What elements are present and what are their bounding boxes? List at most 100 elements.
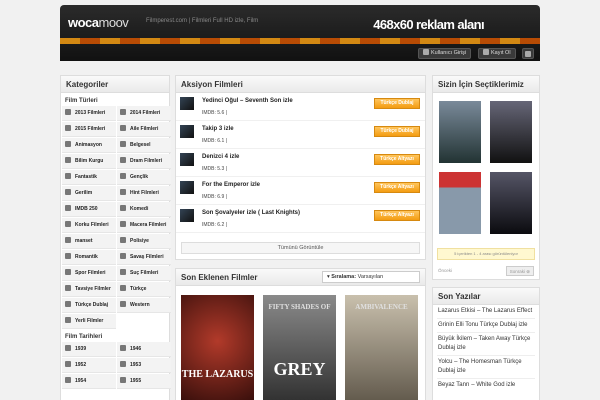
language-badge[interactable]: Türkçe Dublaj xyxy=(374,126,420,137)
category-label: Macera Filmleri xyxy=(130,222,167,228)
action-film-row[interactable]: Takip 3 izle IMDB: 6.1 | Türkçe Dublaj xyxy=(176,121,425,149)
year-item[interactable]: 1953 xyxy=(117,358,171,373)
film-thumbnail[interactable] xyxy=(180,181,194,194)
category-item[interactable]: Komedi xyxy=(117,202,171,217)
sort-dropdown[interactable]: ▾ Sıralama: Varsayılan xyxy=(322,271,420,283)
picks-title: Sizin İçin Seçtiklerimiz xyxy=(433,76,539,93)
language-badge[interactable]: Türkçe Altyazı xyxy=(374,182,420,193)
film-thumbnail[interactable] xyxy=(180,125,194,138)
year-label: 1955 xyxy=(130,378,142,384)
category-item[interactable]: Suç Filmleri xyxy=(117,266,171,281)
language-badge[interactable]: Türkçe Altyazı xyxy=(374,154,420,165)
pick-image-3[interactable] xyxy=(439,172,481,234)
folder-icon xyxy=(65,173,71,179)
category-label: Gerilim xyxy=(75,190,93,196)
prev-button[interactable]: Önceki xyxy=(438,266,452,276)
language-badge[interactable]: Türkçe Dublaj xyxy=(374,98,420,109)
user-icon xyxy=(423,49,429,55)
action-film-row[interactable]: Yedinci Oğul – Seventh Son izle IMDB: 5.6… xyxy=(176,93,425,121)
year-item[interactable]: 1952 xyxy=(62,358,116,373)
action-film-row[interactable]: Son Şovalyeler izle ( Last Knights) IMDB:… xyxy=(176,205,425,233)
category-item[interactable]: Romantik xyxy=(62,250,116,265)
folder-icon xyxy=(65,253,71,259)
category-label: Romantik xyxy=(75,254,98,260)
category-item[interactable]: Gençlik xyxy=(117,170,171,185)
film-thumbnail[interactable] xyxy=(180,209,194,222)
year-item[interactable]: 1939 xyxy=(62,342,116,357)
menu-button[interactable] xyxy=(522,48,534,59)
film-title[interactable]: Son Şovalyeler izle ( Last Knights) xyxy=(202,210,300,216)
poster-grey[interactable]: FIFTY SHADES OF GREY xyxy=(263,295,336,400)
category-item[interactable]: Polisiye xyxy=(117,234,171,249)
category-item[interactable]: IMDB 250 xyxy=(62,202,116,217)
category-item[interactable]: Fantastik xyxy=(62,170,116,185)
category-label: Animasyon xyxy=(75,142,102,148)
category-item[interactable]: Spor Filmleri xyxy=(62,266,116,281)
category-label: Dram Filmleri xyxy=(130,158,162,164)
poster-ambivalence[interactable]: AMBIVALENCE xyxy=(345,295,418,400)
category-item[interactable]: Yerli Filmler xyxy=(62,314,116,329)
category-item[interactable]: manset xyxy=(62,234,116,249)
login-button[interactable]: Kullanıcı Girişi xyxy=(418,48,472,59)
folder-icon xyxy=(65,205,71,211)
post-link[interactable]: Lazarus Etkisi – The Lazarus Effect xyxy=(433,305,539,318)
category-label: Hint Filmleri xyxy=(130,190,159,196)
category-label: Türkçe xyxy=(130,286,147,292)
imdb-rating: IMDB: 6.1 | xyxy=(202,138,227,144)
poster-lazarus[interactable]: THE LAZARUS xyxy=(181,295,254,400)
category-item[interactable]: Bilim Kurgu xyxy=(62,154,116,169)
category-item[interactable]: Macera Filmleri xyxy=(117,218,171,233)
category-item[interactable]: Türkçe Dublaj xyxy=(62,298,116,313)
category-item[interactable]: Aile Filmleri xyxy=(117,122,171,137)
category-grid: 2013 Filmleri 2014 Filmleri 2015 Filmleri A… xyxy=(61,106,171,329)
pick-image-1[interactable] xyxy=(439,101,481,163)
year-label: 1939 xyxy=(75,346,87,352)
post-link[interactable]: Grinin Elli Tonu Türkçe Dublaj izle xyxy=(433,319,539,332)
category-item[interactable]: Belgesel xyxy=(117,138,171,153)
year-item[interactable]: 1946 xyxy=(117,342,171,357)
film-years-title: Film Tarihleri xyxy=(65,334,103,340)
ad-banner[interactable]: 468x60 reklam alanı xyxy=(373,17,484,32)
film-thumbnail[interactable] xyxy=(180,153,194,166)
category-item[interactable]: Hint Filmleri xyxy=(117,186,171,201)
year-label: 1954 xyxy=(75,378,87,384)
category-item[interactable]: Gerilim xyxy=(62,186,116,201)
category-item[interactable]: Western xyxy=(117,298,171,313)
category-item[interactable]: Animasyon xyxy=(62,138,116,153)
film-title[interactable]: For the Emperor izle xyxy=(202,182,260,188)
next-button[interactable]: Sonraki ⊗ xyxy=(505,266,534,276)
category-item[interactable]: Tavsiye Filmler xyxy=(62,282,116,297)
film-title[interactable]: Takip 3 izle xyxy=(202,126,234,132)
action-film-row[interactable]: Denizci 4 izle IMDB: 5.3 | Türkçe Altyazı xyxy=(176,149,425,177)
language-badge[interactable]: Türkçe Altyazı xyxy=(374,210,420,221)
year-item[interactable]: 1955 xyxy=(117,374,171,389)
picks-pagination-note: 5 içerikten 1 - 4 arası görüntüleniyor xyxy=(437,248,535,260)
folder-icon xyxy=(120,253,126,259)
category-item[interactable]: Dram Filmleri xyxy=(117,154,171,169)
film-title[interactable]: Yedinci Oğul – Seventh Son izle xyxy=(202,98,293,104)
register-button[interactable]: Kayıt Ol xyxy=(478,48,516,59)
year-item[interactable]: 1954 xyxy=(62,374,116,389)
category-label: 2014 Filmleri xyxy=(130,110,161,116)
film-thumbnail[interactable] xyxy=(180,97,194,110)
folder-icon xyxy=(120,285,126,291)
category-item[interactable]: 2015 Filmleri xyxy=(62,122,116,137)
category-item[interactable]: 2013 Filmleri xyxy=(62,106,116,121)
pick-image-4[interactable] xyxy=(490,172,532,234)
action-film-row[interactable]: For the Emperor izle IMDB: 6.9 | Türkçe Al… xyxy=(176,177,425,205)
pick-image-2[interactable] xyxy=(490,101,532,163)
category-label: Aile Filmleri xyxy=(130,126,159,132)
imdb-rating: IMDB: 6.2 | xyxy=(202,222,227,228)
post-link[interactable]: Beyaz Tanrı – White God izle xyxy=(433,379,539,392)
site-logo[interactable]: wocamoov xyxy=(68,15,129,30)
category-item[interactable]: Korku Filmleri xyxy=(62,218,116,233)
category-item[interactable]: Türkçe xyxy=(117,282,171,297)
show-all-button[interactable]: Tümünü Görüntüle xyxy=(181,242,420,254)
film-title[interactable]: Denizci 4 izle xyxy=(202,154,239,160)
category-item[interactable]: Savaş Filmleri xyxy=(117,250,171,265)
imdb-rating: IMDB: 6.9 | xyxy=(202,194,227,200)
folder-icon xyxy=(120,173,126,179)
category-item[interactable]: 2014 Filmleri xyxy=(117,106,171,121)
post-link[interactable]: Büyük İkilem – Taken Away Türkçe Dublaj … xyxy=(433,333,539,355)
post-link[interactable]: Yolcu – The Homesman Türkçe Dublaj izle xyxy=(433,356,539,378)
